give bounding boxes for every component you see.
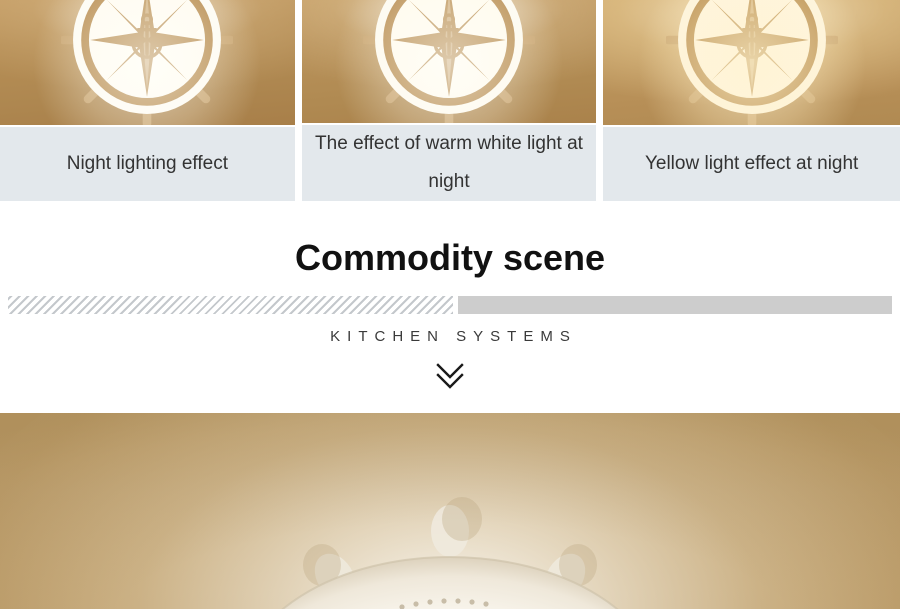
card-gutter-1 <box>294 0 302 201</box>
decorative-divider-bar <box>8 296 892 314</box>
lighting-effects-row: Night lighting effect The effect of warm… <box>0 0 900 201</box>
effect-caption-label: Yellow light effect at night <box>603 127 900 201</box>
effect-card-night-lighting[interactable]: Night lighting effect <box>0 0 295 201</box>
divider-hatched-segment <box>8 296 453 314</box>
effect-caption-label: The effect of warm white light at night <box>301 125 597 201</box>
effect-photo-night-lighting <box>0 0 295 125</box>
photo-vignette <box>0 413 900 609</box>
effect-caption-label: Night lighting effect <box>0 127 295 201</box>
ship-wheel-lamp-icon <box>665 0 838 125</box>
section-title: Commodity scene <box>294 237 606 278</box>
effect-card-warm-white[interactable]: The effect of warm white light at night <box>301 0 597 201</box>
card-gutter-2 <box>596 0 604 201</box>
double-chevron-down-icon[interactable] <box>433 361 467 391</box>
ship-wheel-lamp-icon <box>363 0 535 123</box>
ship-wheel-lamp-icon <box>61 0 234 125</box>
effect-photo-warm-white <box>301 0 597 123</box>
divider-solid-segment <box>458 296 892 314</box>
commodity-scene-section: Commodity scene KITCHEN SYSTEMS <box>0 201 900 413</box>
effect-photo-yellow-light <box>603 0 900 125</box>
commodity-scene-photo <box>0 413 900 609</box>
effect-card-yellow-light[interactable]: Yellow light effect at night <box>603 0 900 201</box>
section-subtitle: KITCHEN SYSTEMS <box>330 328 577 345</box>
